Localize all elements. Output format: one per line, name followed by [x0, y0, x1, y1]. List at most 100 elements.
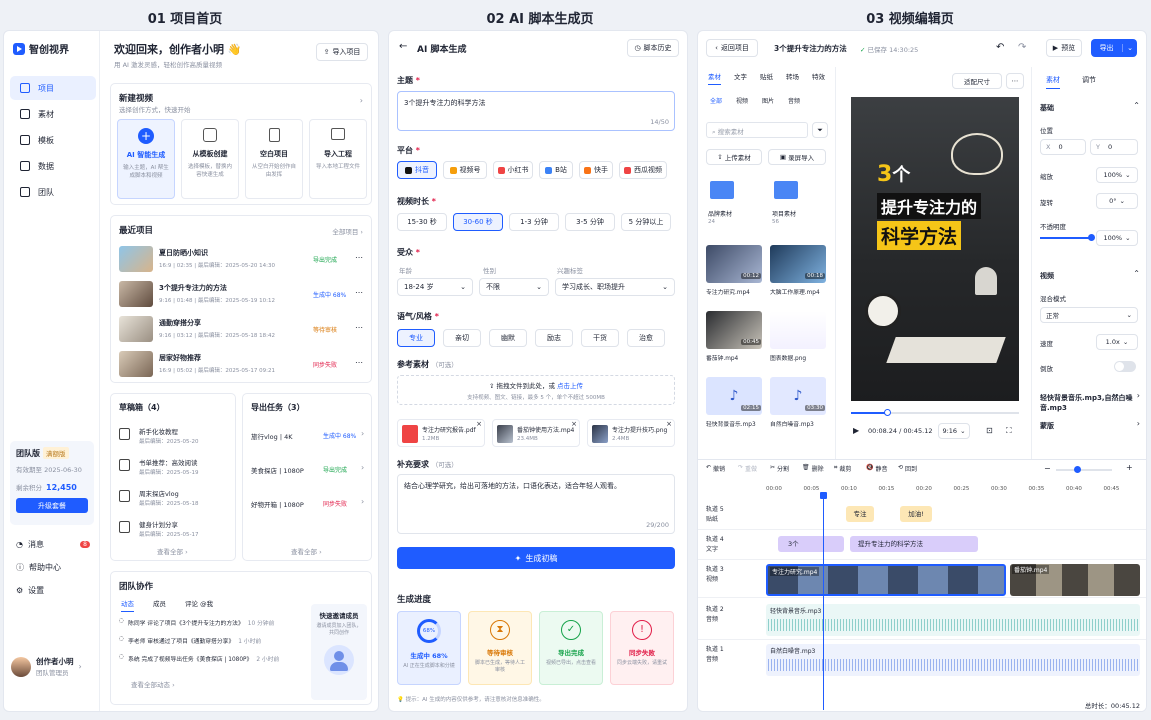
- chevron-right-icon[interactable]: ›: [361, 463, 364, 472]
- tone-option[interactable]: 干货: [581, 329, 619, 347]
- asset-item[interactable]: ♪ 02:15 轻快背景音乐.mp3: [706, 377, 764, 437]
- asset-item[interactable]: ♪ 03:30 自然白噪音.mp3: [770, 377, 828, 437]
- timeline-tool[interactable]: ↶ 撤销: [706, 464, 725, 473]
- chevron-right-icon[interactable]: ›: [1137, 419, 1140, 428]
- zoom-slider[interactable]: [1056, 466, 1112, 473]
- ratio-select[interactable]: 9:16 ⌄: [938, 423, 970, 439]
- folder-item[interactable]: 品牌素材 24: [706, 177, 764, 233]
- tone-option[interactable]: 励志: [535, 329, 573, 347]
- click-upload-link[interactable]: 点击上传: [557, 382, 583, 390]
- sidebar-item-templates[interactable]: 模板: [10, 128, 96, 152]
- list-item[interactable]: 周末探店vlog 最后编辑：2025-05-18: [117, 484, 231, 512]
- fit-size-button[interactable]: 适配尺寸: [952, 73, 1002, 89]
- asset-item[interactable]: 00:12 专注力研究.mp4: [706, 245, 764, 305]
- crop-icon[interactable]: ⊡: [986, 426, 993, 435]
- upgrade-button[interactable]: 升级套餐: [16, 498, 88, 513]
- age-select[interactable]: 18-24 岁 ⌄: [397, 278, 473, 296]
- option-ai-generate[interactable]: + AI 智能生成 输入主题，AI 帮生成脚本和视频: [117, 119, 175, 199]
- tab-filter[interactable]: 音频: [788, 96, 800, 105]
- interest-select[interactable]: 学习成长、职场提升 ⌄: [555, 278, 675, 296]
- close-icon[interactable]: ×: [476, 420, 482, 428]
- platform-option[interactable]: 西瓜视频: [619, 161, 667, 179]
- more-icon[interactable]: ⋯: [355, 358, 363, 367]
- rotate-select[interactable]: 0° ⌄: [1096, 193, 1138, 209]
- position-y-input[interactable]: Y0: [1090, 139, 1138, 155]
- tab-library[interactable]: 贴纸: [760, 71, 773, 81]
- file-chip[interactable]: 番茄钟使用方法.mp4 23.4MB ×: [492, 419, 580, 447]
- chevron-right-icon[interactable]: ›: [361, 497, 364, 506]
- messages-item[interactable]: ◔ 消息 8: [16, 539, 90, 550]
- list-item[interactable]: 健身计划分享 最后编辑：2025-05-17: [117, 515, 231, 543]
- tab-asset-props[interactable]: 素材: [1046, 75, 1060, 89]
- chevron-up-icon[interactable]: ⌃: [1133, 269, 1140, 278]
- play-icon[interactable]: ▶: [853, 426, 859, 435]
- list-item[interactable]: 美食探店 | 1080P 导出完成 ›: [249, 458, 367, 486]
- folder-item[interactable]: 项目素材 56: [770, 177, 828, 233]
- asset-search-input[interactable]: ⌕ 搜索素材: [706, 122, 808, 138]
- opacity-select[interactable]: 100% ⌄: [1096, 230, 1138, 246]
- position-x-input[interactable]: X0: [1040, 139, 1086, 155]
- platform-option[interactable]: 视频号: [443, 161, 487, 179]
- sticker-clip[interactable]: 专注: [846, 506, 874, 522]
- playback-progress[interactable]: [851, 409, 1019, 416]
- option-blank-project[interactable]: 空白项目 从空白开始创作自由发挥: [245, 119, 303, 199]
- option-import-project[interactable]: 导入工程 导入本地工程文件: [309, 119, 367, 199]
- filter-button[interactable]: ⏷: [812, 122, 828, 138]
- tab-mentions[interactable]: 评论 @我: [185, 598, 213, 608]
- duration-option[interactable]: 3-5 分钟: [565, 213, 615, 231]
- platform-option[interactable]: 小红书: [493, 161, 533, 179]
- asset-item[interactable]: 00:18 大脑工作原理.mp4: [770, 245, 828, 305]
- speed-select[interactable]: 1.0x ⌄: [1096, 334, 1138, 350]
- file-chip[interactable]: 专注力提升技巧.png 2.4MB ×: [587, 419, 675, 447]
- table-row[interactable]: 居家好物推荐 16:9 | 05:02 | 最后编辑：2025-05-17 09:…: [117, 349, 367, 381]
- duration-option[interactable]: 30-60 秒: [453, 213, 503, 231]
- progress-step[interactable]: ✓ 导出完成 视频已导出，点击查看: [539, 611, 603, 685]
- sidebar-item-assets[interactable]: 素材: [10, 102, 96, 126]
- topic-input[interactable]: 3个提升专注力的科学方法 14/50: [397, 91, 675, 131]
- timeline-tool[interactable]: 🗑 删除: [802, 464, 824, 473]
- chevron-right-icon[interactable]: ›: [1137, 391, 1140, 400]
- tab-filter[interactable]: 图片: [762, 96, 774, 105]
- playhead[interactable]: [820, 492, 827, 710]
- preview-button[interactable]: ▶ 预览: [1046, 39, 1082, 57]
- platform-option[interactable]: B站: [539, 161, 573, 179]
- progress-step[interactable]: 68% 生成中 68% AI 正在生成脚本和分镜: [397, 611, 461, 685]
- back-arrow-icon[interactable]: ←: [399, 41, 407, 52]
- scale-select[interactable]: 100% ⌄: [1096, 167, 1138, 183]
- extra-textarea[interactable]: 结合心理学研究，给出可落地的方法，口语化表达，适合年轻人观看。 29/200: [397, 474, 675, 534]
- tab-library[interactable]: 特效: [812, 71, 825, 81]
- progress-step[interactable]: ⧗ 等待审核 脚本已生成，等待人工审核: [468, 611, 532, 685]
- script-history-button[interactable]: ◷ 脚本历史: [627, 39, 679, 57]
- help-item[interactable]: ⓘ 帮助中心: [16, 562, 61, 573]
- fullscreen-icon[interactable]: ⛶: [1006, 426, 1012, 436]
- import-project-button[interactable]: ⇪ 导入项目: [316, 43, 368, 61]
- close-icon[interactable]: ×: [571, 420, 577, 428]
- asset-item[interactable]: 00:45 番茄钟.mp4: [706, 311, 764, 371]
- tab-library[interactable]: 转场: [786, 71, 799, 81]
- duration-option[interactable]: 15-30 秒: [397, 213, 447, 231]
- list-item[interactable]: 新手化妆教程 最后编辑：2025-05-20: [117, 422, 231, 450]
- table-row[interactable]: 3个提升专注力的方法 9:16 | 01:48 | 最后编辑：2025-05-19…: [117, 279, 367, 311]
- file-chip[interactable]: 专注力研究报告.pdf 1.2MB ×: [397, 419, 485, 447]
- record-import-button[interactable]: ▣ 录屏导入: [768, 149, 826, 165]
- zoom-out-icon[interactable]: −: [1044, 464, 1051, 473]
- platform-option[interactable]: 快手: [579, 161, 613, 179]
- video-preview[interactable]: 3个 提升专注力的 科学方法: [851, 97, 1019, 401]
- undo-icon[interactable]: ↶: [996, 42, 1004, 53]
- exports-view-all[interactable]: 查看全部 ›: [291, 546, 322, 556]
- tone-option[interactable]: 治愈: [627, 329, 665, 347]
- opacity-slider[interactable]: [1040, 234, 1095, 241]
- user-profile[interactable]: 创作者小明 团队管理员 ›: [11, 656, 82, 677]
- more-icon[interactable]: ⋯: [355, 253, 363, 262]
- drafts-view-all[interactable]: 查看全部 ›: [157, 546, 188, 556]
- tab-filter[interactable]: 视频: [736, 96, 748, 105]
- progress-step[interactable]: ! 同步失败 同步云端失败，请重试: [610, 611, 674, 685]
- reverse-toggle[interactable]: [1114, 361, 1136, 372]
- tab-library[interactable]: 文字: [734, 71, 747, 81]
- tone-option[interactable]: 专业: [397, 329, 435, 347]
- close-icon[interactable]: ×: [666, 420, 672, 428]
- upload-asset-button[interactable]: ⇪ 上传素材: [706, 149, 762, 165]
- chevron-up-icon[interactable]: ⌃: [1133, 101, 1140, 110]
- view-all-activity[interactable]: 查看全部动态 ›: [131, 679, 175, 689]
- option-from-template[interactable]: 从模板创建 选择模板，替换内容快速生成: [181, 119, 239, 199]
